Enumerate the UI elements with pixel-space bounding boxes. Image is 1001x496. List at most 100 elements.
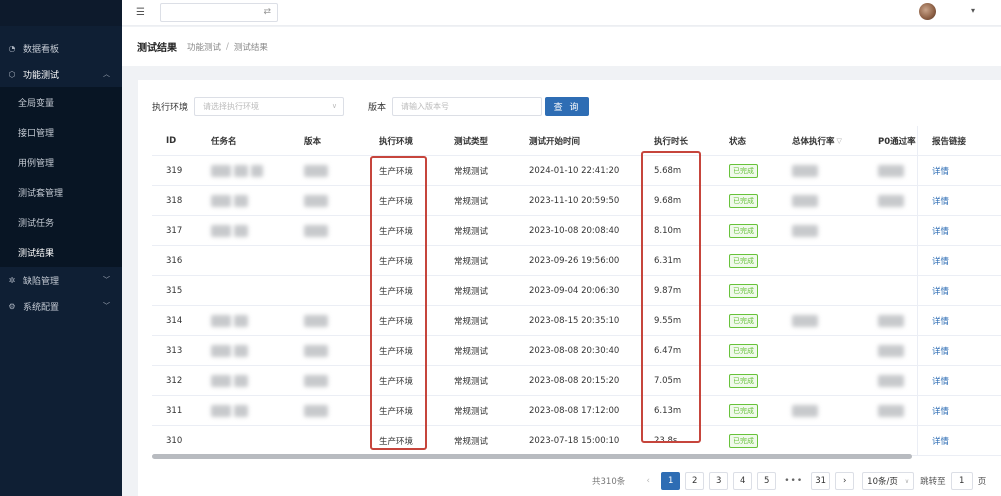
cell-start-time: 2024-01-10 22:41:20 [529, 165, 620, 176]
page-size-select[interactable]: 10条/页 ∨ [862, 472, 915, 490]
table-row: 317 生产环境 常规测试 2023-10-08 20:08:40 8.10m 已完成 详情 [152, 216, 1001, 246]
page-button-1[interactable]: 1 [661, 472, 681, 490]
cell-version [290, 276, 365, 305]
sidebar-item-api-management[interactable]: 接口管理 [0, 117, 122, 147]
cell-env: 生产环境 [379, 376, 414, 387]
detail-link[interactable]: 详情 [932, 405, 949, 417]
next-page-icon[interactable]: › [835, 472, 855, 490]
cell-p0-pass-rate [864, 246, 917, 275]
detail-link[interactable]: 详情 [932, 345, 949, 357]
cell-version [290, 426, 365, 455]
cell-exec-rate [778, 426, 864, 455]
page-title: 测试结果 [137, 43, 177, 54]
cell-duration: 8.10m [654, 225, 682, 236]
version-input[interactable]: 请输入版本号 [392, 96, 543, 116]
cell-p0-pass-rate [864, 366, 917, 395]
jump-page-input[interactable]: 1 [950, 472, 973, 490]
user-menu-caret-icon[interactable]: ▾ [971, 6, 975, 15]
hamburger-icon[interactable]: ☰ [136, 7, 145, 18]
query-button[interactable]: 查 询 [545, 96, 590, 116]
total-count: 共310条 [592, 477, 626, 487]
cell-duration: 7.05m [654, 375, 682, 386]
cell-exec-rate [778, 186, 864, 215]
cell-exec-rate [778, 276, 864, 305]
cell-duration: 6.13m [654, 405, 682, 416]
cell-start-time: 2023-08-08 17:12:00 [529, 405, 620, 416]
detail-link[interactable]: 详情 [932, 435, 949, 447]
detail-link[interactable]: 详情 [932, 285, 949, 297]
filter-icon[interactable]: ▽ [837, 137, 842, 145]
cell-p0-pass-rate [864, 276, 917, 305]
cell-id: 313 [166, 345, 183, 356]
cell-test-type: 常规测试 [454, 346, 489, 357]
swap-icon[interactable]: ⇄ [263, 7, 271, 17]
sidebar-item-label: 缺陷管理 [23, 276, 60, 287]
cell-start-time: 2023-09-26 19:56:00 [529, 255, 620, 266]
pagination: 共310条 ‹ 1 2 3 4 5 ••• 31 › 10条/页 ∨ 跳转至 1 … [592, 472, 986, 490]
status-badge: 已完成 [729, 163, 758, 178]
sidebar-item-test-task[interactable]: 测试任务 [0, 207, 122, 237]
sidebar-item-case-management[interactable]: 用例管理 [0, 147, 122, 177]
cell-report-link: 详情 [917, 396, 1001, 425]
column-header-start-time: 测试开始时间 [529, 136, 581, 147]
sidebar-item-dashboard[interactable]: ◔ 数据看板 [0, 35, 122, 61]
page-button-last[interactable]: 31 [811, 472, 831, 490]
cell-id: 318 [166, 195, 183, 206]
sidebar-item-defect-management[interactable]: ✲ 缺陷管理 ﹀ [0, 267, 122, 293]
page-button-5[interactable]: 5 [757, 472, 777, 490]
page-button-3[interactable]: 3 [709, 472, 729, 490]
cell-id: 316 [166, 255, 183, 266]
cube-icon: ⬡ [8, 69, 16, 79]
table-row: 312 生产环境 常规测试 2023-08-08 20:15:20 7.05m 已完成 详情 [152, 366, 1001, 396]
detail-link[interactable]: 详情 [932, 315, 949, 327]
cell-id: 310 [166, 435, 183, 446]
column-header-test-type: 测试类型 [454, 136, 489, 147]
cell-exec-rate [778, 336, 864, 365]
cell-env: 生产环境 [379, 196, 414, 207]
breadcrumb-bar: 测试结果 功能测试 / 测试结果 [122, 27, 1001, 66]
table-row: 318 生产环境 常规测试 2023-11-10 20:59:50 9.68m 已完成 详情 [152, 186, 1001, 216]
detail-link[interactable]: 详情 [932, 225, 949, 237]
column-header-task-name: 任务名 [211, 136, 237, 147]
sidebar-item-functional-test[interactable]: ⬡ 功能测试 ︿ [0, 61, 122, 87]
cell-report-link: 详情 [917, 366, 1001, 395]
env-label: 执行环境 [152, 102, 189, 113]
cell-report-link: 详情 [917, 306, 1001, 335]
column-header-status: 状态 [729, 136, 747, 147]
header-search-box[interactable]: ⇄ [160, 3, 278, 22]
sidebar-item-test-result[interactable]: 测试结果 [0, 237, 122, 267]
more-pages-icon[interactable]: ••• [784, 476, 803, 486]
cell-status: 已完成 [715, 156, 778, 185]
cell-version [290, 396, 365, 425]
cell-status: 已完成 [715, 186, 778, 215]
detail-link[interactable]: 详情 [932, 165, 949, 177]
cell-duration: 5.68m [654, 165, 682, 176]
sidebar-item-suite-management[interactable]: 测试套管理 [0, 177, 122, 207]
column-header-exec-rate[interactable]: 总体执行率 ▽ [778, 126, 864, 155]
cell-start-time: 2023-08-15 20:35:10 [529, 315, 620, 326]
cell-status: 已完成 [715, 336, 778, 365]
avatar[interactable] [919, 3, 936, 20]
detail-link[interactable]: 详情 [932, 375, 949, 387]
page-button-4[interactable]: 4 [733, 472, 753, 490]
column-header-duration: 执行时长 [654, 136, 689, 147]
page-button-2[interactable]: 2 [685, 472, 705, 490]
env-select-placeholder: 请选择执行环境 [203, 101, 260, 111]
breadcrumb-item[interactable]: 功能测试 [187, 41, 221, 53]
env-select[interactable]: 请选择执行环境 ∨ [194, 96, 345, 116]
table-body: 319 生产环境 常规测试 2024-01-10 22:41:20 5.68m 已完成 详情… [152, 156, 1001, 456]
gear-icon: ⚙ [8, 301, 16, 311]
sidebar: ◔ 数据看板 ⬡ 功能测试 ︿ 全局变量 接口管理 用例管理 测试套管理 测试任… [0, 0, 122, 496]
detail-link[interactable]: 详情 [932, 255, 949, 267]
horizontal-scrollbar[interactable] [152, 454, 912, 459]
sidebar-item-system-config[interactable]: ⚙ 系统配置 ﹀ [0, 293, 122, 319]
detail-link[interactable]: 详情 [932, 195, 949, 207]
status-badge: 已完成 [729, 223, 758, 238]
prev-page-icon[interactable]: ‹ [639, 472, 657, 490]
cell-status: 已完成 [715, 396, 778, 425]
cell-report-link: 详情 [917, 186, 1001, 215]
cell-report-link: 详情 [917, 336, 1001, 365]
cell-id: 312 [166, 375, 183, 386]
table-row: 315 生产环境 常规测试 2023-09-04 20:06:30 9.87m 已完成 详情 [152, 276, 1001, 306]
sidebar-item-global-variables[interactable]: 全局变量 [0, 87, 122, 117]
